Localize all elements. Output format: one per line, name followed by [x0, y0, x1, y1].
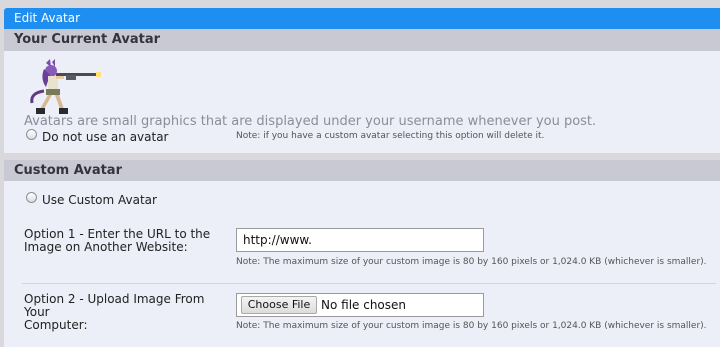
- current-avatar-panel: Your Current Avatar Avatars are small gr…: [4, 29, 720, 153]
- option2-label-line1: Option 2 - Upload Image From Your: [24, 292, 205, 319]
- edit-avatar-page: Edit Avatar Your Current Avatar Avatars …: [0, 0, 720, 347]
- use-custom-label[interactable]: Use Custom Avatar: [42, 193, 157, 207]
- no-avatar-label[interactable]: Do not use an avatar: [42, 130, 169, 144]
- custom-avatar-panel: Custom Avatar Use Custom Avatar Option 1…: [4, 160, 720, 347]
- option1-label: Option 1 - Enter the URL to the Image on…: [24, 228, 229, 254]
- option1-label-line2: Image on Another Website:: [24, 240, 188, 254]
- window-title: Edit Avatar: [4, 8, 720, 29]
- current-avatar-heading: Your Current Avatar: [4, 29, 720, 51]
- option2-label: Option 2 - Upload Image From Your Comput…: [24, 293, 229, 332]
- option1-note: Note: The maximum size of your custom im…: [236, 257, 707, 267]
- option2-label-line2: Computer:: [24, 318, 88, 332]
- use-custom-radio[interactable]: [26, 192, 37, 203]
- option-divider: [22, 283, 716, 284]
- option2-note: Note: The maximum size of your custom im…: [236, 321, 707, 331]
- no-avatar-radio[interactable]: [26, 129, 37, 140]
- file-upload-input[interactable]: Choose File No file chosen: [236, 293, 484, 317]
- file-status: No file chosen: [321, 298, 407, 312]
- custom-avatar-heading: Custom Avatar: [4, 160, 720, 181]
- avatar-image: [30, 59, 109, 114]
- choose-file-button[interactable]: Choose File: [241, 296, 317, 314]
- avatar-description: Avatars are small graphics that are disp…: [24, 114, 597, 129]
- no-avatar-note: Note: if you have a custom avatar select…: [236, 131, 545, 141]
- avatar-url-input[interactable]: http://www.: [236, 228, 484, 252]
- section-gap: [4, 153, 720, 160]
